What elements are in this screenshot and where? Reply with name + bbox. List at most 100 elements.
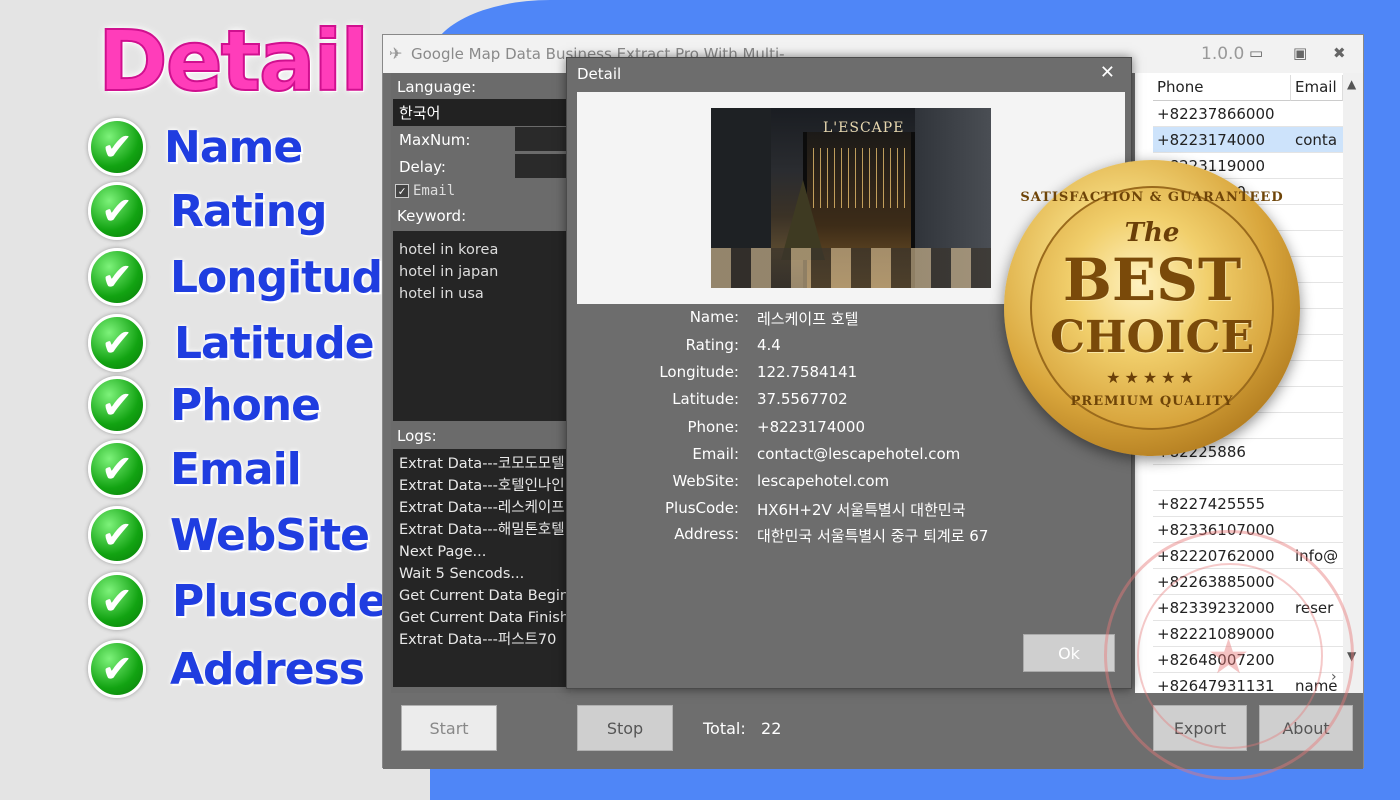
log-line: Wait 5 Sencods... [399, 566, 525, 582]
hotel-photo: L'ESCAPE [711, 108, 991, 288]
close-icon[interactable]: ✕ [1100, 62, 1115, 83]
badge-the: The [1124, 218, 1180, 248]
feature-label: Name [164, 121, 303, 173]
detail-key: WebSite: [672, 472, 739, 490]
close-window-icon[interactable]: ✖ [1333, 44, 1346, 62]
maximize-icon[interactable]: ▣ [1293, 44, 1307, 62]
table-row[interactable] [1153, 465, 1353, 491]
cell-phone: +82237866000 [1157, 105, 1275, 123]
detail-key: Rating: [685, 336, 739, 354]
detail-value: 4.4 [757, 336, 781, 354]
check-icon: ✔ [88, 182, 146, 240]
detail-value: +8223174000 [757, 418, 866, 436]
detail-key: PlusCode: [665, 499, 739, 517]
language-select[interactable]: 한국어 [393, 99, 569, 126]
stop-button[interactable]: Stop [577, 705, 673, 751]
badge-best: BEST [1062, 246, 1242, 314]
detail-key: Name: [689, 308, 739, 326]
check-icon: ✔ [88, 248, 146, 306]
detail-key: Email: [692, 445, 739, 463]
table-vertical-scrollbar[interactable]: ▲ ▼ › [1331, 73, 1363, 693]
log-line: Next Page... [399, 544, 487, 560]
detail-value: 레스케이프 호텔 [757, 310, 859, 328]
check-icon: ✔ [88, 314, 146, 372]
email-checkbox-row[interactable]: ✓ Email [395, 183, 455, 199]
feature-item: ✔ Latitude [88, 314, 375, 372]
table-row[interactable]: +82237866000 [1153, 101, 1353, 127]
detail-value: 37.5567702 [757, 390, 848, 408]
log-line: Get Current Data Begin [399, 588, 569, 604]
detail-value: 대한민국 서울특별시 중구 퇴계로 67 [757, 527, 989, 545]
keyword-label: Keyword: [397, 207, 467, 225]
check-icon: ✔ [88, 118, 146, 176]
log-line: Extrat Data---해밀톤호텔 [399, 522, 565, 538]
feature-label: Latitude [174, 317, 375, 369]
detail-value: 122.7584141 [757, 363, 858, 381]
feature-item: ✔ Phone [88, 376, 321, 434]
detail-row: WebSite: lescapehotel.com [567, 472, 1131, 496]
total-value: 22 [761, 719, 782, 738]
app-version: 1.0.0 [1201, 44, 1245, 64]
keyword-line: hotel in usa [399, 286, 484, 302]
watermark-stamp: ★ [1104, 530, 1354, 780]
email-checkbox[interactable]: ✓ [395, 184, 409, 198]
log-line: Extrat Data---코모도모텔 [399, 456, 565, 472]
email-checkbox-label: Email [413, 183, 456, 199]
log-line: Extrat Data---호텔인나인 [399, 478, 565, 494]
feature-label: Address [170, 643, 365, 695]
maxnum-label: MaxNum: [399, 131, 471, 149]
log-line: Get Current Data Finish [399, 610, 569, 626]
total-label: Total: [703, 719, 746, 738]
minimize-icon[interactable]: ▭ [1249, 44, 1263, 62]
feature-label: Phone [170, 379, 321, 431]
keyword-textarea[interactable]: hotel in korea hotel in japan hotel in usa [393, 231, 569, 421]
best-choice-badge: SATISFACTION & GUARANTEED The BEST CHOIC… [1004, 160, 1300, 456]
keyword-line: hotel in korea [399, 242, 499, 258]
logs-label: Logs: [397, 427, 437, 445]
keyword-line: hotel in japan [399, 264, 499, 280]
feature-item: ✔ Longitude [88, 248, 412, 306]
delay-label: Delay: [399, 158, 446, 176]
ok-button[interactable]: Ok [1023, 634, 1115, 672]
feature-item: ✔ WebSite [88, 506, 370, 564]
language-label: Language: [397, 78, 477, 96]
log-line: Extrat Data---퍼스트70 [399, 632, 557, 648]
feature-label: Email [170, 443, 302, 495]
detail-value: contact@lescapehotel.com [757, 445, 961, 463]
feature-label: WebSite [170, 509, 370, 561]
feature-label: Pluscode [172, 575, 387, 627]
delay-input[interactable] [515, 154, 571, 178]
maxnum-input[interactable] [515, 127, 571, 151]
table-row[interactable]: +8223174000 conta [1153, 127, 1353, 153]
detail-key: Latitude: [672, 390, 739, 408]
cell-phone: +8227425555 [1157, 495, 1266, 513]
check-icon: ✔ [88, 440, 146, 498]
logs-textarea[interactable]: Extrat Data---코모도모텔 Extrat Data---호텔인나인 Ex… [393, 449, 569, 687]
settings-panel: Language: 한국어 MaxNum: Delay: ✓ Email Keyw… [391, 73, 571, 693]
log-line: Extrat Data---레스케이프 [399, 500, 565, 516]
detail-key: Longitude: [659, 363, 739, 381]
detail-value: HX6H+2V 서울특별시 대한민국 [757, 501, 966, 519]
check-icon: ✔ [88, 376, 146, 434]
badge-choice: CHOICE [1049, 312, 1255, 363]
feature-item: ✔ Address [88, 640, 365, 698]
badge-top-text: SATISFACTION & GUARANTEED [1020, 190, 1284, 205]
feature-label: Longitude [170, 251, 412, 303]
detail-row: Address: 대한민국 서울특별시 중구 퇴계로 67 [567, 525, 1131, 549]
detail-row: Email: contact@lescapehotel.com [567, 445, 1131, 469]
detail-key: Phone: [687, 418, 739, 436]
table-row[interactable]: +8227425555 [1153, 491, 1353, 517]
promo-title: Detail [97, 11, 370, 111]
check-icon: ✔ [88, 640, 146, 698]
feature-label: Rating [170, 185, 328, 237]
column-header-phone[interactable]: Phone [1153, 75, 1291, 101]
scroll-up-icon[interactable]: ▲ [1347, 77, 1356, 91]
total-readout: Total: 22 [703, 719, 781, 738]
column-header-email[interactable]: Email [1291, 75, 1343, 101]
hotel-sign: L'ESCAPE [823, 120, 905, 136]
detail-row: PlusCode: HX6H+2V 서울특별시 대한민국 [567, 499, 1131, 523]
start-button[interactable]: Start [401, 705, 497, 751]
cell-phone: +8223174000 [1157, 131, 1266, 149]
feature-item: ✔ Pluscode [88, 572, 387, 630]
detail-row: Phone: +8223174000 [567, 418, 1131, 442]
